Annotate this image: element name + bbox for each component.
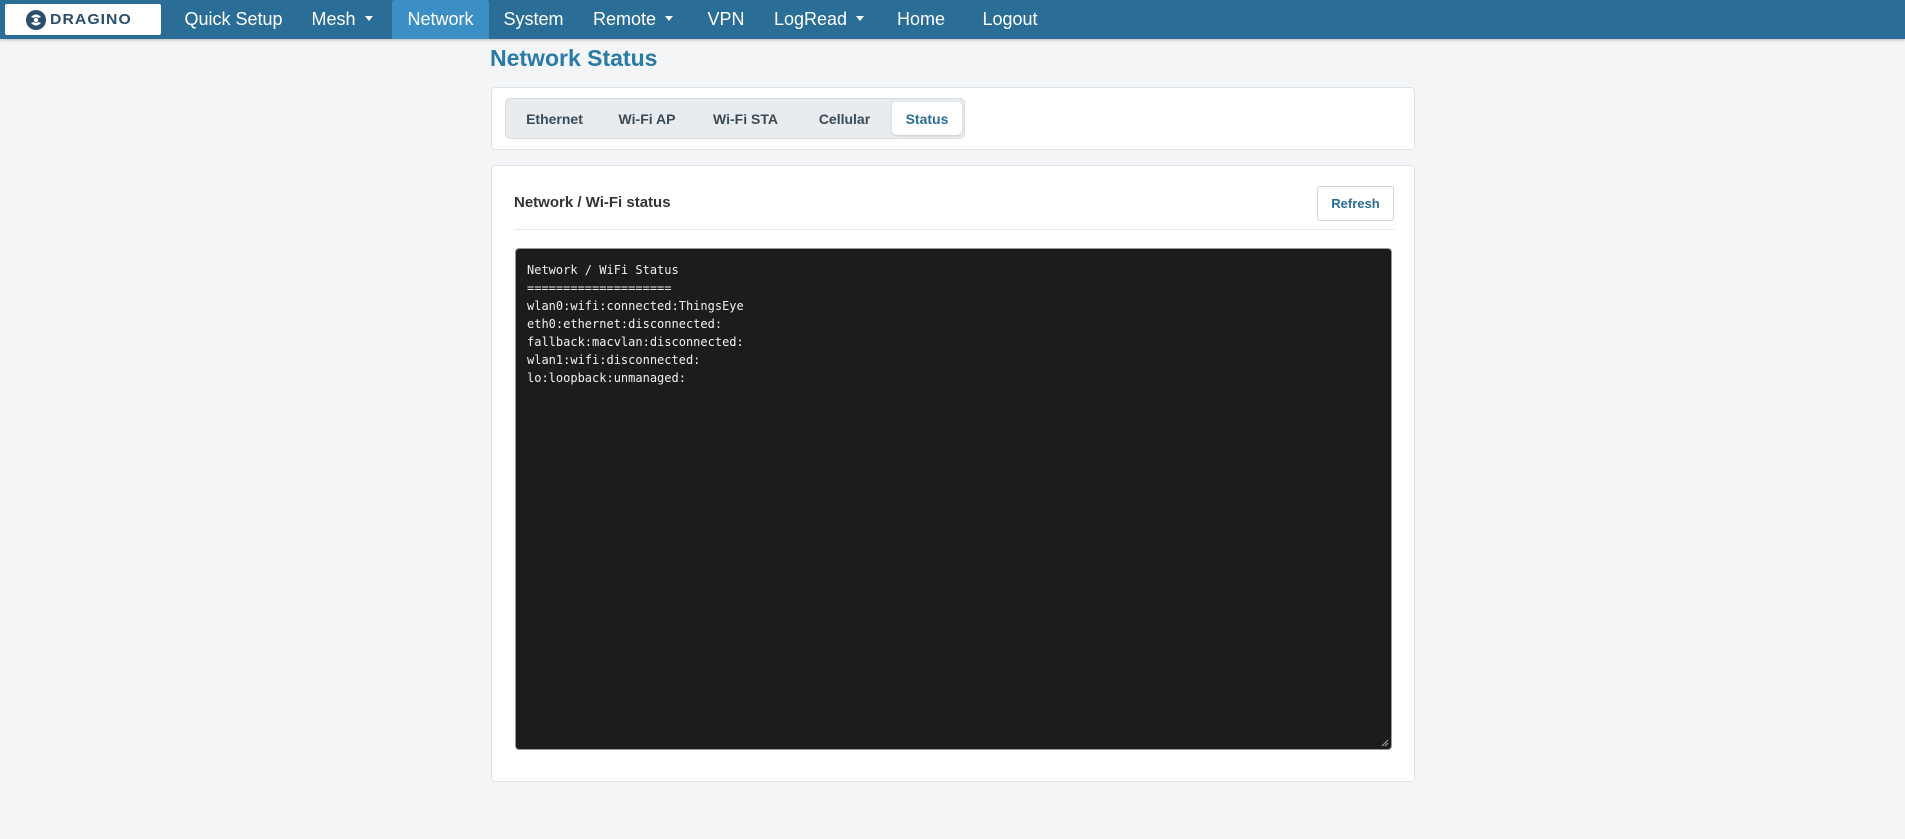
refresh-button[interactable]: Refresh [1317, 186, 1394, 221]
chevron-down-icon [856, 16, 865, 21]
top-navbar: DRAGINO Quick Setup Mesh Network System … [0, 0, 1905, 39]
nav-network-label: Network [407, 9, 474, 29]
section-title: Network / Wi-Fi status [514, 194, 671, 211]
nav-system-label: System [503, 9, 564, 29]
tab-wifi-sta[interactable]: Wi-Fi STA [694, 102, 797, 135]
tab-status-label: Status [905, 110, 949, 127]
console-line: wlan1:wifi:disconnected: [527, 353, 701, 367]
console-line: wlan0:wifi:connected:ThingsEye [527, 299, 744, 313]
console-line: lo:loopback:unmanaged: [527, 371, 686, 385]
nav-network[interactable]: Network [392, 0, 489, 39]
console-line: ==================== [527, 281, 672, 295]
refresh-button-label: Refresh [1331, 196, 1380, 211]
tab-bar: Ethernet Wi-Fi AP Wi-Fi STA Cellular Sta… [505, 98, 965, 139]
dragino-logo-icon [26, 9, 46, 30]
tab-status[interactable]: Status [892, 102, 962, 135]
page-title: Network Status [490, 45, 658, 71]
nav-remote-label: Remote [592, 9, 657, 29]
console-line: fallback:macvlan:disconnected: [527, 335, 744, 349]
tab-ethernet[interactable]: Ethernet [509, 102, 600, 135]
tab-ethernet-label: Ethernet [526, 110, 583, 127]
dragino-logo[interactable]: DRAGINO [5, 4, 161, 35]
nav-logout-label: Logout [982, 9, 1038, 29]
nav-logread-label: LogRead [773, 9, 848, 29]
tab-wifi-ap-label: Wi-Fi AP [618, 110, 676, 127]
chevron-down-icon [665, 16, 674, 21]
nav-logout[interactable]: Logout [977, 0, 1043, 39]
nav-quick-setup-label: Quick Setup [184, 9, 283, 29]
nav-remote[interactable]: Remote [588, 0, 678, 39]
resize-grip-icon[interactable] [1381, 739, 1389, 747]
nav-vpn-label: VPN [707, 9, 745, 29]
status-card: Network / Wi-Fi status Refresh Network /… [491, 165, 1415, 782]
tabs-card: Ethernet Wi-Fi AP Wi-Fi STA Cellular Sta… [491, 87, 1415, 150]
nav-system[interactable]: System [497, 0, 570, 39]
nav-mesh[interactable]: Mesh [303, 0, 381, 39]
nav-quick-setup[interactable]: Quick Setup [172, 0, 295, 39]
nav-home-label: Home [896, 9, 945, 29]
logo-text: DRAGINO [50, 11, 132, 28]
nav-home[interactable]: Home [890, 0, 952, 39]
nav-logread[interactable]: LogRead [770, 0, 868, 39]
tab-cellular[interactable]: Cellular [800, 102, 889, 135]
status-console-textarea[interactable]: Network / WiFi Status ===================… [515, 248, 1392, 750]
tab-cellular-label: Cellular [818, 110, 871, 127]
chevron-down-icon [364, 16, 373, 21]
tab-wifi-sta-label: Wi-Fi STA [713, 110, 778, 127]
console-line: Network / WiFi Status [527, 263, 679, 277]
console-line: eth0:ethernet:disconnected: [527, 317, 723, 331]
nav-vpn[interactable]: VPN [700, 0, 752, 39]
section-header: Network / Wi-Fi status Refresh [514, 166, 1394, 230]
tab-wifi-ap[interactable]: Wi-Fi AP [603, 102, 691, 135]
nav-mesh-label: Mesh [311, 9, 356, 29]
